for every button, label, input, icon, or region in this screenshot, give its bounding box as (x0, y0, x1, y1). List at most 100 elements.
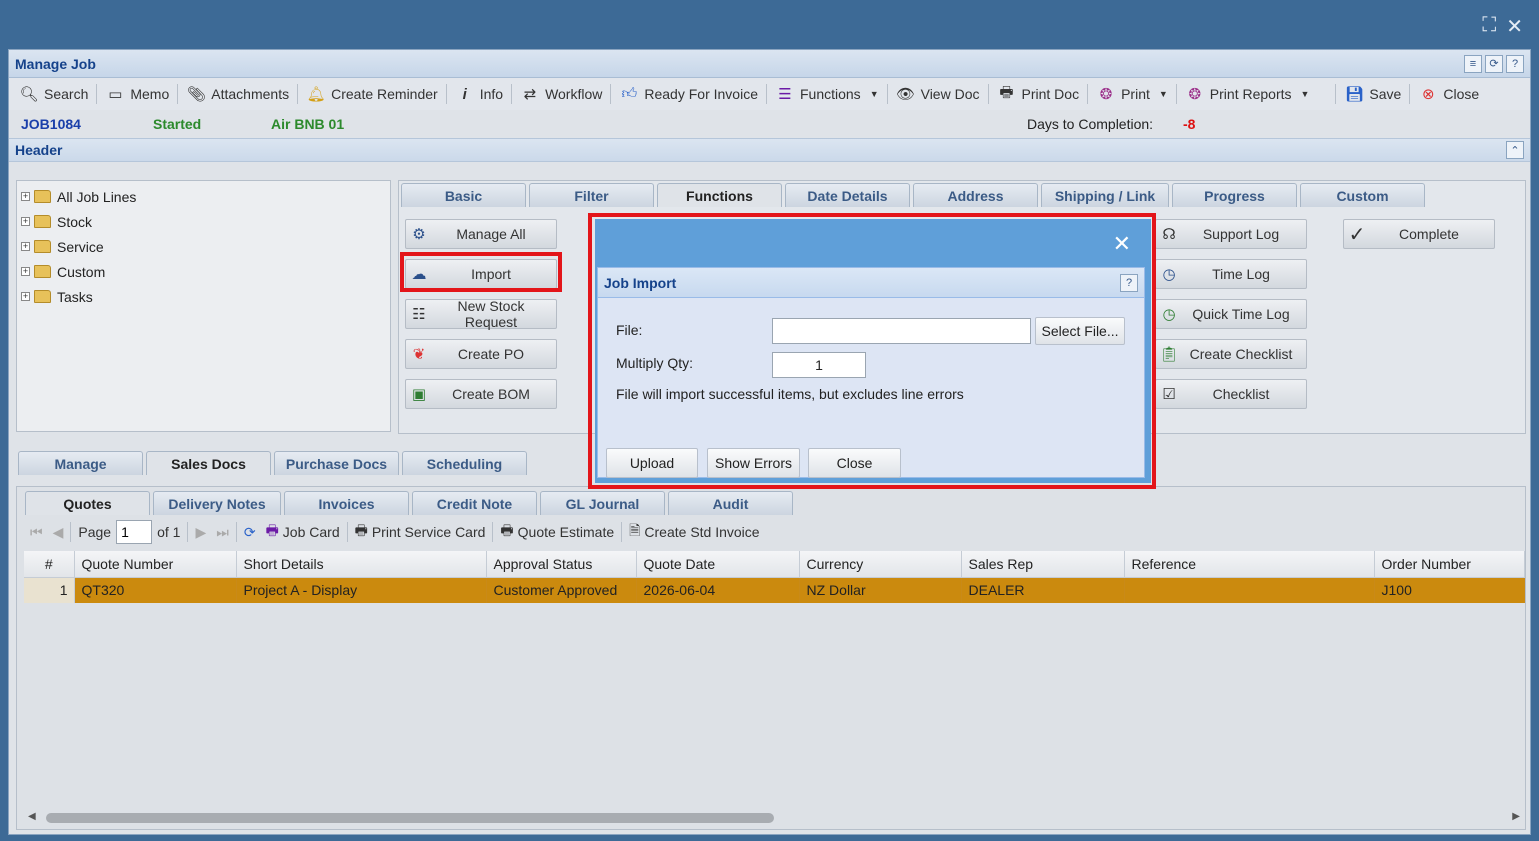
tab-gl-journal[interactable]: GL Journal (540, 491, 665, 515)
scrollbar-thumb[interactable] (46, 813, 774, 823)
refresh-icon[interactable]: ⟳ (1485, 54, 1503, 73)
quick-time-log-button[interactable]: ◷ Quick Time Log (1155, 299, 1307, 329)
view-doc-button[interactable]: 👁︎ View Doc (890, 80, 986, 108)
complete-button[interactable]: ✓ Complete (1343, 219, 1495, 249)
last-page-icon[interactable]: ⏭ (211, 524, 234, 541)
multiply-qty-input[interactable]: 1 (772, 352, 866, 378)
search-button[interactable]: 🔍︎ Search (13, 80, 94, 108)
tab-scheduling[interactable]: Scheduling (402, 451, 527, 475)
job-number: JOB1084 (21, 116, 81, 132)
table-row[interactable]: 1 QT320 Project A - Display Customer App… (24, 577, 1525, 603)
collapse-icon[interactable]: ⌃ (1506, 141, 1524, 159)
memo-button[interactable]: ▭ Memo (99, 80, 175, 108)
next-page-icon[interactable]: ▶ (190, 524, 211, 541)
column-header[interactable]: Quote Date (636, 551, 800, 578)
ready-for-invoice-button[interactable]: 👍︎ Ready For Invoice (613, 80, 764, 108)
quote-estimate-button[interactable]: 🖶 Quote Estimate (495, 520, 619, 544)
horizontal-scrollbar[interactable]: ◀ ▶ (24, 810, 1524, 828)
tab-invoices[interactable]: Invoices (284, 491, 409, 515)
select-file-button[interactable]: Select File... (1035, 317, 1125, 345)
fullscreen-icon[interactable]: ⛶ (1482, 14, 1496, 39)
tab-address[interactable]: Address (913, 183, 1038, 207)
time-log-button[interactable]: ◷ Time Log (1155, 259, 1307, 289)
create-checklist-button[interactable]: 📋︎ Create Checklist (1155, 339, 1307, 369)
workflow-button[interactable]: ⇄ Workflow (514, 80, 608, 108)
close-icon[interactable]: ✕ (1506, 14, 1523, 39)
close-button[interactable]: ⊗ Close (1412, 80, 1485, 108)
create-std-invoice-button[interactable]: 🗎 Create Std Invoice (624, 520, 764, 544)
upload-button[interactable]: Upload (606, 448, 698, 478)
file-field[interactable] (772, 318, 1031, 344)
first-page-icon[interactable]: ⏮ (25, 524, 48, 541)
main-toolbar: 🔍︎ Search ▭ Memo 📎︎ Attachments 🔔︎ Create Re… (9, 78, 1530, 110)
save-button[interactable]: 💾︎ Save (1338, 80, 1407, 108)
dialog-close-button[interactable]: Close (808, 448, 901, 478)
checklist-button[interactable]: ☑ Checklist (1155, 379, 1307, 409)
manage-all-button[interactable]: ⚙ Manage All (405, 219, 557, 249)
tab-shipping-link[interactable]: Shipping / Link (1041, 183, 1169, 207)
tab-quotes[interactable]: Quotes (25, 491, 150, 515)
prev-page-icon[interactable]: ◀ (48, 524, 69, 541)
tree-item-service[interactable]: + Service (21, 234, 386, 259)
create-bom-button[interactable]: ▣ Create BOM (405, 379, 557, 409)
new-stock-request-button[interactable]: ☷ New Stock Request (405, 298, 557, 330)
thumbs-up-icon: 👍︎ (621, 85, 638, 102)
column-header[interactable]: Sales Rep (961, 551, 1125, 578)
tab-filter[interactable]: Filter (529, 183, 654, 207)
tree-item-all-job-lines[interactable]: + All Job Lines (21, 184, 386, 209)
document-icon: 🗎 (629, 522, 641, 538)
page-input[interactable] (116, 520, 153, 544)
expand-icon[interactable]: + (21, 267, 30, 276)
tab-progress[interactable]: Progress (1172, 183, 1297, 207)
expand-icon[interactable]: + (21, 242, 30, 251)
modal-close-icon[interactable]: ✕ (1113, 231, 1131, 257)
bom-icon: ▣ (411, 386, 427, 403)
folder-icon (34, 215, 51, 228)
expand-icon[interactable]: + (21, 292, 30, 301)
create-po-button[interactable]: ❦ Create PO (405, 339, 557, 369)
show-errors-button[interactable]: Show Errors (707, 448, 800, 478)
column-header[interactable]: Order Number (1374, 551, 1525, 578)
list-icon[interactable]: ≡ (1464, 54, 1482, 73)
help-icon[interactable]: ? (1120, 273, 1138, 292)
tab-sales-docs[interactable]: Sales Docs (146, 451, 271, 475)
expand-icon[interactable]: + (21, 192, 30, 201)
print-service-card-button[interactable]: 🖶 Print Service Card (350, 520, 491, 544)
tree-item-custom[interactable]: + Custom (21, 259, 386, 284)
print-reports-button[interactable]: ❂ Print Reports ▼ (1179, 80, 1316, 108)
job-card-button[interactable]: 🖶 Job Card (261, 520, 345, 544)
tab-purchase-docs[interactable]: Purchase Docs (274, 451, 399, 475)
info-button[interactable]: i Info (449, 80, 509, 108)
scroll-right-icon[interactable]: ▶ (1512, 811, 1520, 822)
column-header[interactable]: Short Details (236, 551, 487, 578)
column-header[interactable]: Reference (1124, 551, 1375, 578)
printer-icon: 🖶 (500, 522, 514, 538)
scroll-left-icon[interactable]: ◀ (28, 811, 36, 822)
expand-icon[interactable]: + (21, 217, 30, 226)
column-header[interactable]: Quote Number (74, 551, 237, 578)
tree-item-tasks[interactable]: + Tasks (21, 284, 386, 309)
tab-delivery-notes[interactable]: Delivery Notes (153, 491, 281, 515)
column-header[interactable]: Approval Status (486, 551, 637, 578)
support-log-button[interactable]: ☊ Support Log (1155, 219, 1307, 249)
quotes-grid: # Quote Number Short Details Approval St… (24, 551, 1525, 603)
print-doc-button[interactable]: 🖶 Print Doc (991, 80, 1086, 108)
tree-item-stock[interactable]: + Stock (21, 209, 386, 234)
tab-custom[interactable]: Custom (1300, 183, 1425, 207)
print-menu-button[interactable]: ❂ Print ▼ (1090, 80, 1174, 108)
tab-functions[interactable]: Functions (657, 183, 782, 207)
help-icon[interactable]: ? (1506, 54, 1524, 73)
tab-date-details[interactable]: Date Details (785, 183, 910, 207)
functions-menu-button[interactable]: ☰ Functions ▼ (769, 80, 885, 108)
tab-audit[interactable]: Audit (668, 491, 793, 515)
refresh-icon[interactable]: ⟳ (239, 524, 261, 541)
tab-credit-note[interactable]: Credit Note (412, 491, 537, 515)
tab-basic[interactable]: Basic (401, 183, 526, 207)
column-header[interactable]: Currency (799, 551, 962, 578)
column-header[interactable]: # (24, 551, 75, 578)
attachments-button[interactable]: 📎︎ Attachments (180, 80, 295, 108)
folder-icon (34, 190, 51, 203)
tab-manage[interactable]: Manage (18, 451, 143, 475)
create-reminder-button[interactable]: 🔔︎ Create Reminder (300, 80, 444, 108)
floppy-icon: 💾︎ (1344, 86, 1364, 103)
